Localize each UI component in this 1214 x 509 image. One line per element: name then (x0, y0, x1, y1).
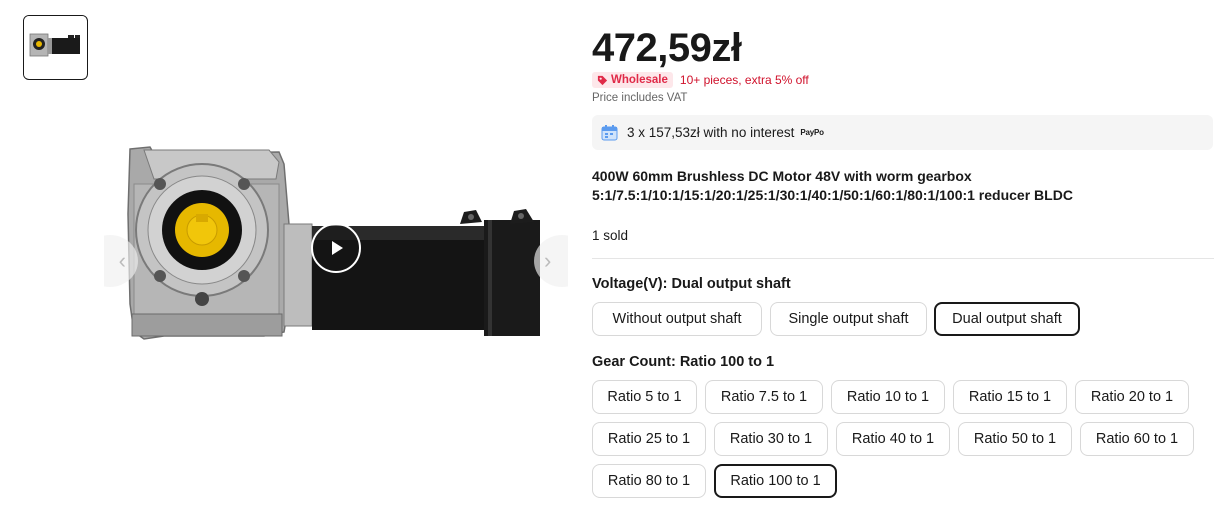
gear-count-label: Gear Count: Ratio 100 to 1 (592, 354, 774, 370)
gear-option-40[interactable]: Ratio 40 to 1 (836, 422, 950, 456)
voltage-option-dual-output-shaft[interactable]: Dual output shaft (934, 302, 1080, 336)
gear-option-60[interactable]: Ratio 60 to 1 (1080, 422, 1194, 456)
calendar-icon (601, 124, 618, 141)
gear-option-15[interactable]: Ratio 15 to 1 (953, 380, 1067, 414)
tag-icon (597, 75, 608, 85)
motor-thumbnail-icon (24, 16, 86, 78)
chevron-right-icon: › (544, 248, 552, 273)
voltage-label-text: Voltage(V): (592, 276, 672, 292)
wholesale-badge-label: Wholesale (611, 74, 668, 86)
paypo-logo: PayPo (800, 128, 824, 137)
voltage-option-single-output-shaft[interactable]: Single output shaft (770, 302, 927, 336)
gear-option-7-5[interactable]: Ratio 7.5 to 1 (705, 380, 823, 414)
gear-count-selected-value: Ratio 100 to 1 (679, 354, 775, 370)
chevron-left-icon: ‹ (118, 248, 126, 273)
gear-option-80[interactable]: Ratio 80 to 1 (592, 464, 706, 498)
product-main-image: ‹ › (104, 14, 568, 480)
gear-option-100[interactable]: Ratio 100 to 1 (714, 464, 837, 498)
vat-note: Price includes VAT (592, 92, 688, 104)
gear-count-label-text: Gear Count: (592, 354, 680, 370)
gear-option-10[interactable]: Ratio 10 to 1 (831, 380, 945, 414)
product-title: 400W 60mm Brushless DC Motor 48V with wo… (592, 168, 1073, 203)
gear-option-25[interactable]: Ratio 25 to 1 (592, 422, 706, 456)
sold-count: 1 sold (592, 228, 629, 243)
play-video-button[interactable] (311, 223, 361, 273)
product-price: 472,59zł (592, 26, 742, 70)
voltage-label: Voltage(V): Dual output shaft (592, 276, 791, 292)
installment-banner[interactable]: 3 x 157,53zł with no interest PayPo (592, 115, 1213, 150)
thumbnail-motor[interactable] (23, 15, 88, 80)
wholesale-badge: Wholesale (592, 72, 673, 88)
voltage-option-without-output-shaft[interactable]: Without output shaft (592, 302, 762, 336)
wholesale-promo: Wholesale 10+ pieces, extra 5% off (592, 72, 809, 88)
gear-option-5[interactable]: Ratio 5 to 1 (592, 380, 697, 414)
gear-option-20[interactable]: Ratio 20 to 1 (1075, 380, 1189, 414)
play-icon (332, 241, 343, 255)
gear-option-50[interactable]: Ratio 50 to 1 (958, 422, 1072, 456)
installment-text: 3 x 157,53zł with no interest (627, 125, 795, 140)
voltage-selected-value: Dual output shaft (671, 276, 791, 292)
divider (592, 258, 1214, 259)
wholesale-promo-text: 10+ pieces, extra 5% off (679, 73, 809, 87)
gear-option-30[interactable]: Ratio 30 to 1 (714, 422, 828, 456)
